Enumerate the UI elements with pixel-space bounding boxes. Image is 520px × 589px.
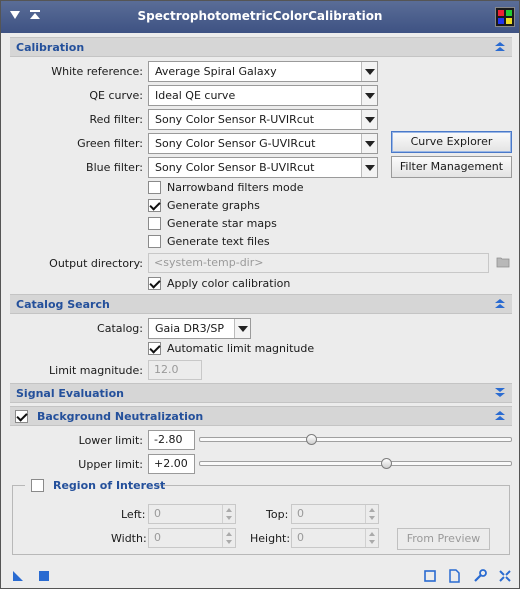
section-background-neutralization-label: Background Neutralization — [37, 410, 204, 423]
new-instance-icon[interactable] — [11, 569, 25, 583]
apply-color-calibration-label: Apply color calibration — [167, 277, 291, 290]
generate-graphs-label: Generate graphs — [167, 199, 260, 212]
window-title: SpectrophotometricColorCalibration — [137, 9, 383, 23]
upper-limit-slider-handle[interactable] — [380, 458, 392, 469]
green-filter-combo[interactable]: Sony Color Sensor G-UVIRcut — [148, 133, 378, 154]
bottom-toolbar — [1, 563, 519, 589]
roi-height-label: Height: — [250, 532, 291, 545]
upper-limit-field[interactable]: +2.00 — [148, 454, 195, 474]
expand-down-icon[interactable] — [494, 387, 506, 399]
section-calibration[interactable]: Calibration — [10, 37, 512, 57]
lower-limit-slider-handle[interactable] — [305, 434, 317, 445]
blue-filter-combo[interactable]: Sony Color Sensor B-UVIRcut — [148, 157, 378, 178]
chevron-down-icon — [234, 319, 250, 338]
section-background-neutralization[interactable]: Background Neutralization — [10, 406, 512, 426]
upper-limit-slider[interactable] — [199, 461, 512, 466]
red-filter-value: Sony Color Sensor R-UVIRcut — [155, 113, 315, 126]
reset-icon[interactable] — [473, 569, 487, 583]
blue-filter-label: Blue filter: — [86, 161, 143, 174]
process-window: SpectrophotometricColorCalibration Calib… — [0, 0, 520, 589]
lower-limit-label: Lower limit: — [78, 434, 143, 447]
qe-curve-value: Ideal QE curve — [155, 89, 236, 102]
generate-graphs-checkbox[interactable] — [148, 199, 161, 212]
edit-instance-icon[interactable] — [498, 569, 512, 583]
chevron-down-icon — [361, 134, 377, 153]
white-reference-combo[interactable]: Average Spiral Galaxy — [148, 61, 378, 82]
roi-left-label: Left: — [121, 508, 146, 521]
generate-text-files-checkbox[interactable] — [148, 235, 161, 248]
section-catalog-search[interactable]: Catalog Search — [10, 294, 512, 314]
roi-height-spinbox[interactable]: 0 — [291, 528, 379, 548]
region-of-interest-title: Region of Interest — [53, 479, 166, 492]
chevron-down-icon — [361, 158, 377, 177]
spin-arrows-icon — [365, 505, 378, 523]
spin-arrows-icon — [365, 529, 378, 547]
narrowband-label: Narrowband filters mode — [167, 181, 304, 194]
roi-width-label: Width: — [111, 532, 147, 545]
roi-width-value: 0 — [154, 531, 161, 544]
output-directory-field[interactable]: <system-temp-dir> — [148, 253, 489, 273]
automatic-limit-checkbox[interactable] — [148, 342, 161, 355]
filter-management-button[interactable]: Filter Management — [391, 156, 512, 178]
roi-top-value: 0 — [297, 507, 304, 520]
chevron-down-icon — [361, 110, 377, 129]
limit-magnitude-field[interactable]: 12.0 — [148, 360, 202, 380]
section-signal-evaluation-label: Signal Evaluation — [16, 387, 124, 400]
roi-left-spinbox[interactable]: 0 — [148, 504, 236, 524]
roi-left-value: 0 — [154, 507, 161, 520]
limit-magnitude-label: Limit magnitude: — [49, 364, 143, 377]
from-preview-button[interactable]: From Preview — [397, 528, 490, 550]
red-filter-combo[interactable]: Sony Color Sensor R-UVIRcut — [148, 109, 378, 130]
catalog-label: Catalog: — [97, 322, 143, 335]
generate-star-maps-checkbox[interactable] — [148, 217, 161, 230]
output-directory-label: Output directory: — [49, 257, 143, 270]
qe-curve-label: QE curve: — [89, 89, 143, 102]
documentation-icon[interactable] — [447, 569, 461, 583]
chevron-down-icon — [361, 86, 377, 105]
lower-limit-slider[interactable] — [199, 437, 512, 442]
spin-arrows-icon — [222, 529, 235, 547]
automatic-limit-label: Automatic limit magnitude — [167, 342, 315, 355]
generate-star-maps-label: Generate star maps — [167, 217, 277, 230]
green-filter-value: Sony Color Sensor G-UVIRcut — [155, 137, 316, 150]
white-reference-value: Average Spiral Galaxy — [155, 65, 277, 78]
collapse-up-icon[interactable] — [494, 298, 506, 310]
blue-filter-value: Sony Color Sensor B-UVIRcut — [155, 161, 315, 174]
process-icon — [495, 7, 515, 27]
section-signal-evaluation[interactable]: Signal Evaluation — [10, 383, 512, 403]
lower-limit-field[interactable]: -2.80 — [148, 430, 195, 450]
apply-global-icon[interactable] — [37, 569, 51, 583]
catalog-value: Gaia DR3/SP — [155, 322, 224, 335]
upper-limit-label: Upper limit: — [78, 458, 143, 471]
background-neutralization-checkbox[interactable] — [15, 410, 28, 423]
catalog-combo[interactable]: Gaia DR3/SP — [148, 318, 251, 339]
roi-height-value: 0 — [297, 531, 304, 544]
narrowband-checkbox[interactable] — [148, 181, 161, 194]
roi-top-label: Top: — [266, 508, 289, 521]
white-reference-label: White reference: — [51, 65, 143, 78]
collapse-up-icon[interactable] — [494, 410, 506, 422]
curve-explorer-button[interactable]: Curve Explorer — [391, 131, 512, 153]
green-filter-label: Green filter: — [77, 137, 143, 150]
collapse-up-icon[interactable] — [494, 41, 506, 53]
section-catalog-search-label: Catalog Search — [16, 298, 110, 311]
red-filter-label: Red filter: — [89, 113, 144, 126]
title-bar[interactable]: SpectrophotometricColorCalibration — [1, 1, 519, 33]
section-calibration-label: Calibration — [16, 41, 85, 54]
chevron-down-icon — [361, 62, 377, 81]
spin-arrows-icon — [222, 505, 235, 523]
roi-width-spinbox[interactable]: 0 — [148, 528, 236, 548]
folder-icon[interactable] — [496, 256, 510, 268]
region-of-interest-checkbox[interactable] — [31, 479, 44, 492]
apply-color-calibration-checkbox[interactable] — [148, 277, 161, 290]
generate-text-files-label: Generate text files — [167, 235, 270, 248]
qe-curve-combo[interactable]: Ideal QE curve — [148, 85, 378, 106]
roi-top-spinbox[interactable]: 0 — [291, 504, 379, 524]
preview-icon[interactable] — [423, 569, 437, 583]
